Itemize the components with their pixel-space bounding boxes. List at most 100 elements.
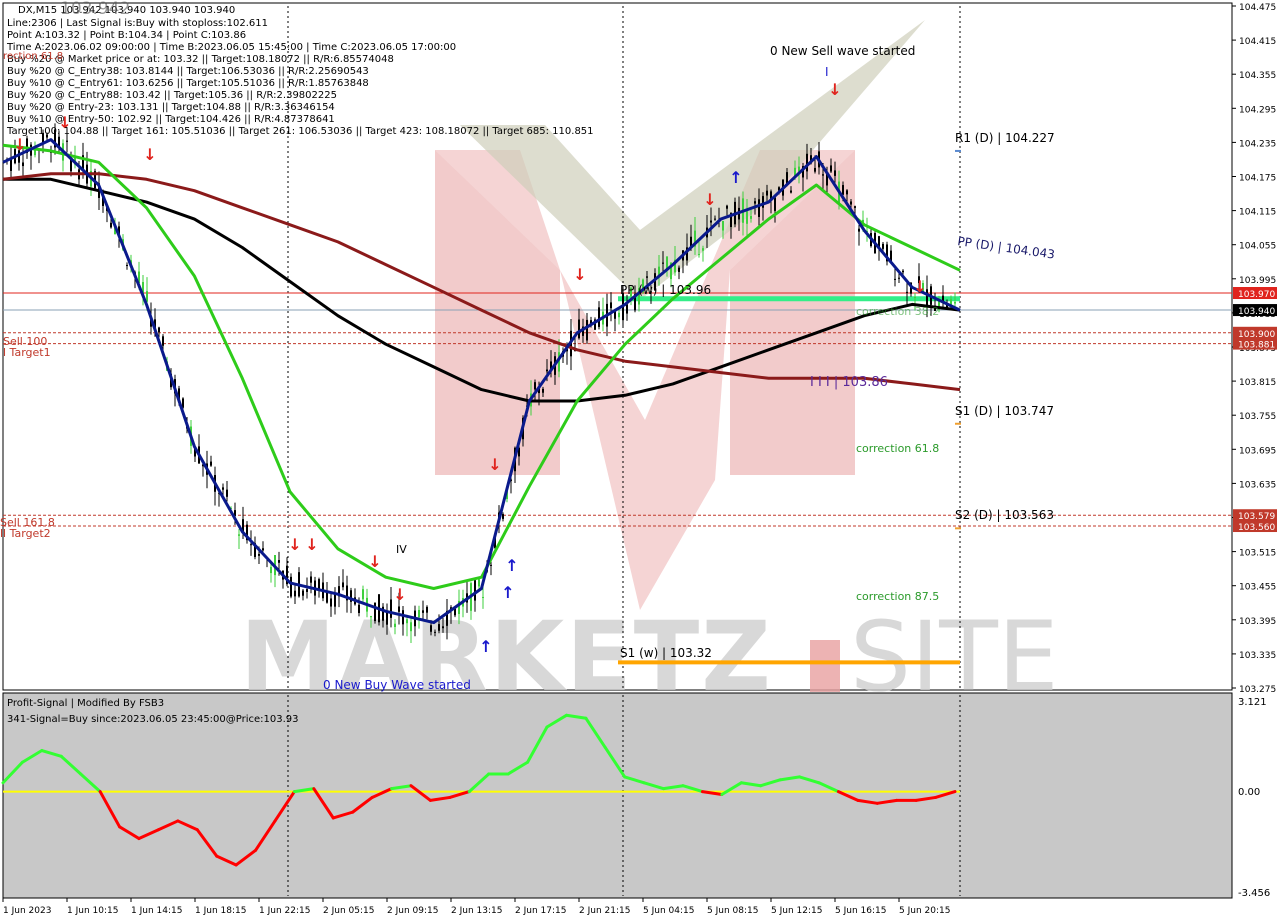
- candle-body: [362, 589, 364, 600]
- info-line-8: Buy %20 @ Entry-23: 103.131 || Target:10…: [7, 102, 335, 113]
- candle-body: [902, 270, 904, 273]
- signal-arrow-icon: ↓: [828, 80, 841, 99]
- candle-body: [618, 312, 620, 318]
- pp-w-label: PP (w) | 103.96: [620, 283, 711, 297]
- time-tick-label: 2 Jun 17:15: [515, 906, 566, 916]
- candle-body: [402, 610, 404, 625]
- candle-body: [626, 304, 628, 314]
- time-tick-label: 1 Jun 22:15: [259, 906, 310, 916]
- price-tick-label: 103.395: [1239, 617, 1276, 627]
- candle-body: [342, 582, 344, 588]
- candle-body: [586, 319, 588, 341]
- time-tick-label: 2 Jun 09:15: [387, 906, 438, 916]
- price-tick-label: 104.055: [1239, 242, 1276, 252]
- candle-body: [758, 199, 760, 217]
- indicator-title: Profit-Signal | Modified By FSB3: [7, 698, 164, 709]
- correction-875-label: correction 87.5: [856, 590, 939, 603]
- candle-body: [310, 576, 312, 583]
- correction-left-label: rection 61.8: [3, 51, 63, 62]
- signal-arrow-icon: ↑: [729, 168, 742, 187]
- signal-arrow-icon: ↓: [913, 277, 926, 296]
- price-tick-label: 103.335: [1239, 651, 1276, 661]
- correction-618-label: correction 61.8: [856, 442, 939, 455]
- candle-body: [482, 596, 484, 598]
- candle-body: [426, 606, 428, 613]
- time-tick-label: 2 Jun 13:15: [451, 906, 502, 916]
- candle-body: [854, 206, 856, 208]
- candle-body: [578, 319, 580, 339]
- candle-body: [306, 589, 308, 592]
- candle-body: [754, 201, 756, 204]
- signal-arrow-icon: ↓: [488, 455, 501, 474]
- price-tick-label: 104.355: [1239, 71, 1276, 81]
- signal-arrow-icon: ↓: [305, 535, 318, 554]
- candle-body: [430, 625, 432, 632]
- price-tag-label: 103.560: [1238, 523, 1275, 533]
- candle-body: [766, 190, 768, 196]
- info-line-2: Point A:103.32 | Point B:104.34 | Point …: [7, 30, 246, 41]
- candle-body: [386, 611, 388, 625]
- price-tick-label: 103.515: [1239, 549, 1276, 559]
- correction-382-label: correction 38.2: [856, 305, 939, 318]
- candle-body: [546, 369, 548, 372]
- price-tick-label: 103.275: [1239, 685, 1276, 695]
- time-tick-label: 5 Jun 08:15: [707, 906, 758, 916]
- signal-arrow-icon: ↓: [143, 145, 156, 164]
- candle-body: [418, 609, 420, 618]
- candle-body: [678, 267, 680, 272]
- candle-body: [750, 216, 752, 219]
- candle-body: [806, 153, 808, 172]
- candle-body: [846, 190, 848, 195]
- candle-body: [490, 564, 492, 566]
- candle-body: [406, 619, 408, 624]
- candle-body: [326, 592, 328, 603]
- price-tag-label: 103.940: [1238, 307, 1275, 317]
- new-sell-wave-label: 0 New Sell wave started: [770, 44, 915, 58]
- candle-body: [162, 336, 164, 346]
- info-line-6: Buy %10 @ C_Entry61: 103.6256 || Target:…: [7, 78, 369, 89]
- candle-body: [22, 162, 24, 167]
- big-price: 103.942: [60, 0, 130, 19]
- candle-body: [358, 604, 360, 614]
- target1-label: l Target1: [3, 346, 51, 359]
- candle-body: [374, 602, 376, 622]
- candle-body: [294, 590, 296, 597]
- info-line-9: Buy %10 @ Entry-50: 102.92 || Target:104…: [7, 114, 335, 125]
- signal-arrow-icon: ↓: [393, 585, 406, 604]
- candle-body: [290, 576, 292, 597]
- candle-body: [110, 222, 112, 228]
- indicator-zero-label: 0.00: [1238, 787, 1260, 798]
- indicator-max-label: 3.121: [1238, 697, 1267, 708]
- signal-arrow-icon: ↑: [501, 583, 514, 602]
- signal-arrow-icon: ↑: [479, 637, 492, 656]
- candle-body: [726, 205, 728, 209]
- target2-label: ll Target2: [0, 527, 51, 540]
- candle-body: [158, 327, 160, 333]
- candle-body: [258, 553, 260, 556]
- indicator-min-label: -3.456: [1238, 888, 1270, 899]
- candle-body: [714, 218, 716, 220]
- time-tick-label: 5 Jun 20:15: [899, 906, 950, 916]
- price-tick-label: 104.475: [1239, 3, 1276, 13]
- info-line-4: Buy %20 @ Market price or at: 103.32 || …: [7, 54, 394, 65]
- candle-body: [842, 185, 844, 195]
- wave-iv-label: IV: [396, 543, 407, 556]
- candle-body: [542, 388, 544, 393]
- candle-body: [126, 264, 128, 266]
- candle-body: [222, 487, 224, 490]
- candle-body: [10, 158, 12, 171]
- time-tick-label: 2 Jun 21:15: [579, 906, 630, 916]
- info-line-1: Line:2306 | Last Signal is:Buy with stop…: [7, 18, 268, 29]
- new-buy-wave-label: 0 New Buy Wave started: [323, 678, 471, 692]
- candle-body: [746, 211, 748, 224]
- candle-body: [762, 196, 764, 208]
- info-line-5: Buy %20 @ C_Entry38: 103.8144 || Target:…: [7, 66, 369, 77]
- candle-body: [790, 190, 792, 193]
- candle-body: [898, 277, 900, 279]
- info-line-10: Target100: 104.88 || Target 161: 105.510…: [6, 126, 594, 137]
- candle-body: [822, 174, 824, 176]
- candle-body: [914, 296, 916, 298]
- candle-body: [534, 382, 536, 390]
- candle-body: [610, 302, 612, 309]
- signal-arrow-icon: ↓: [368, 552, 381, 571]
